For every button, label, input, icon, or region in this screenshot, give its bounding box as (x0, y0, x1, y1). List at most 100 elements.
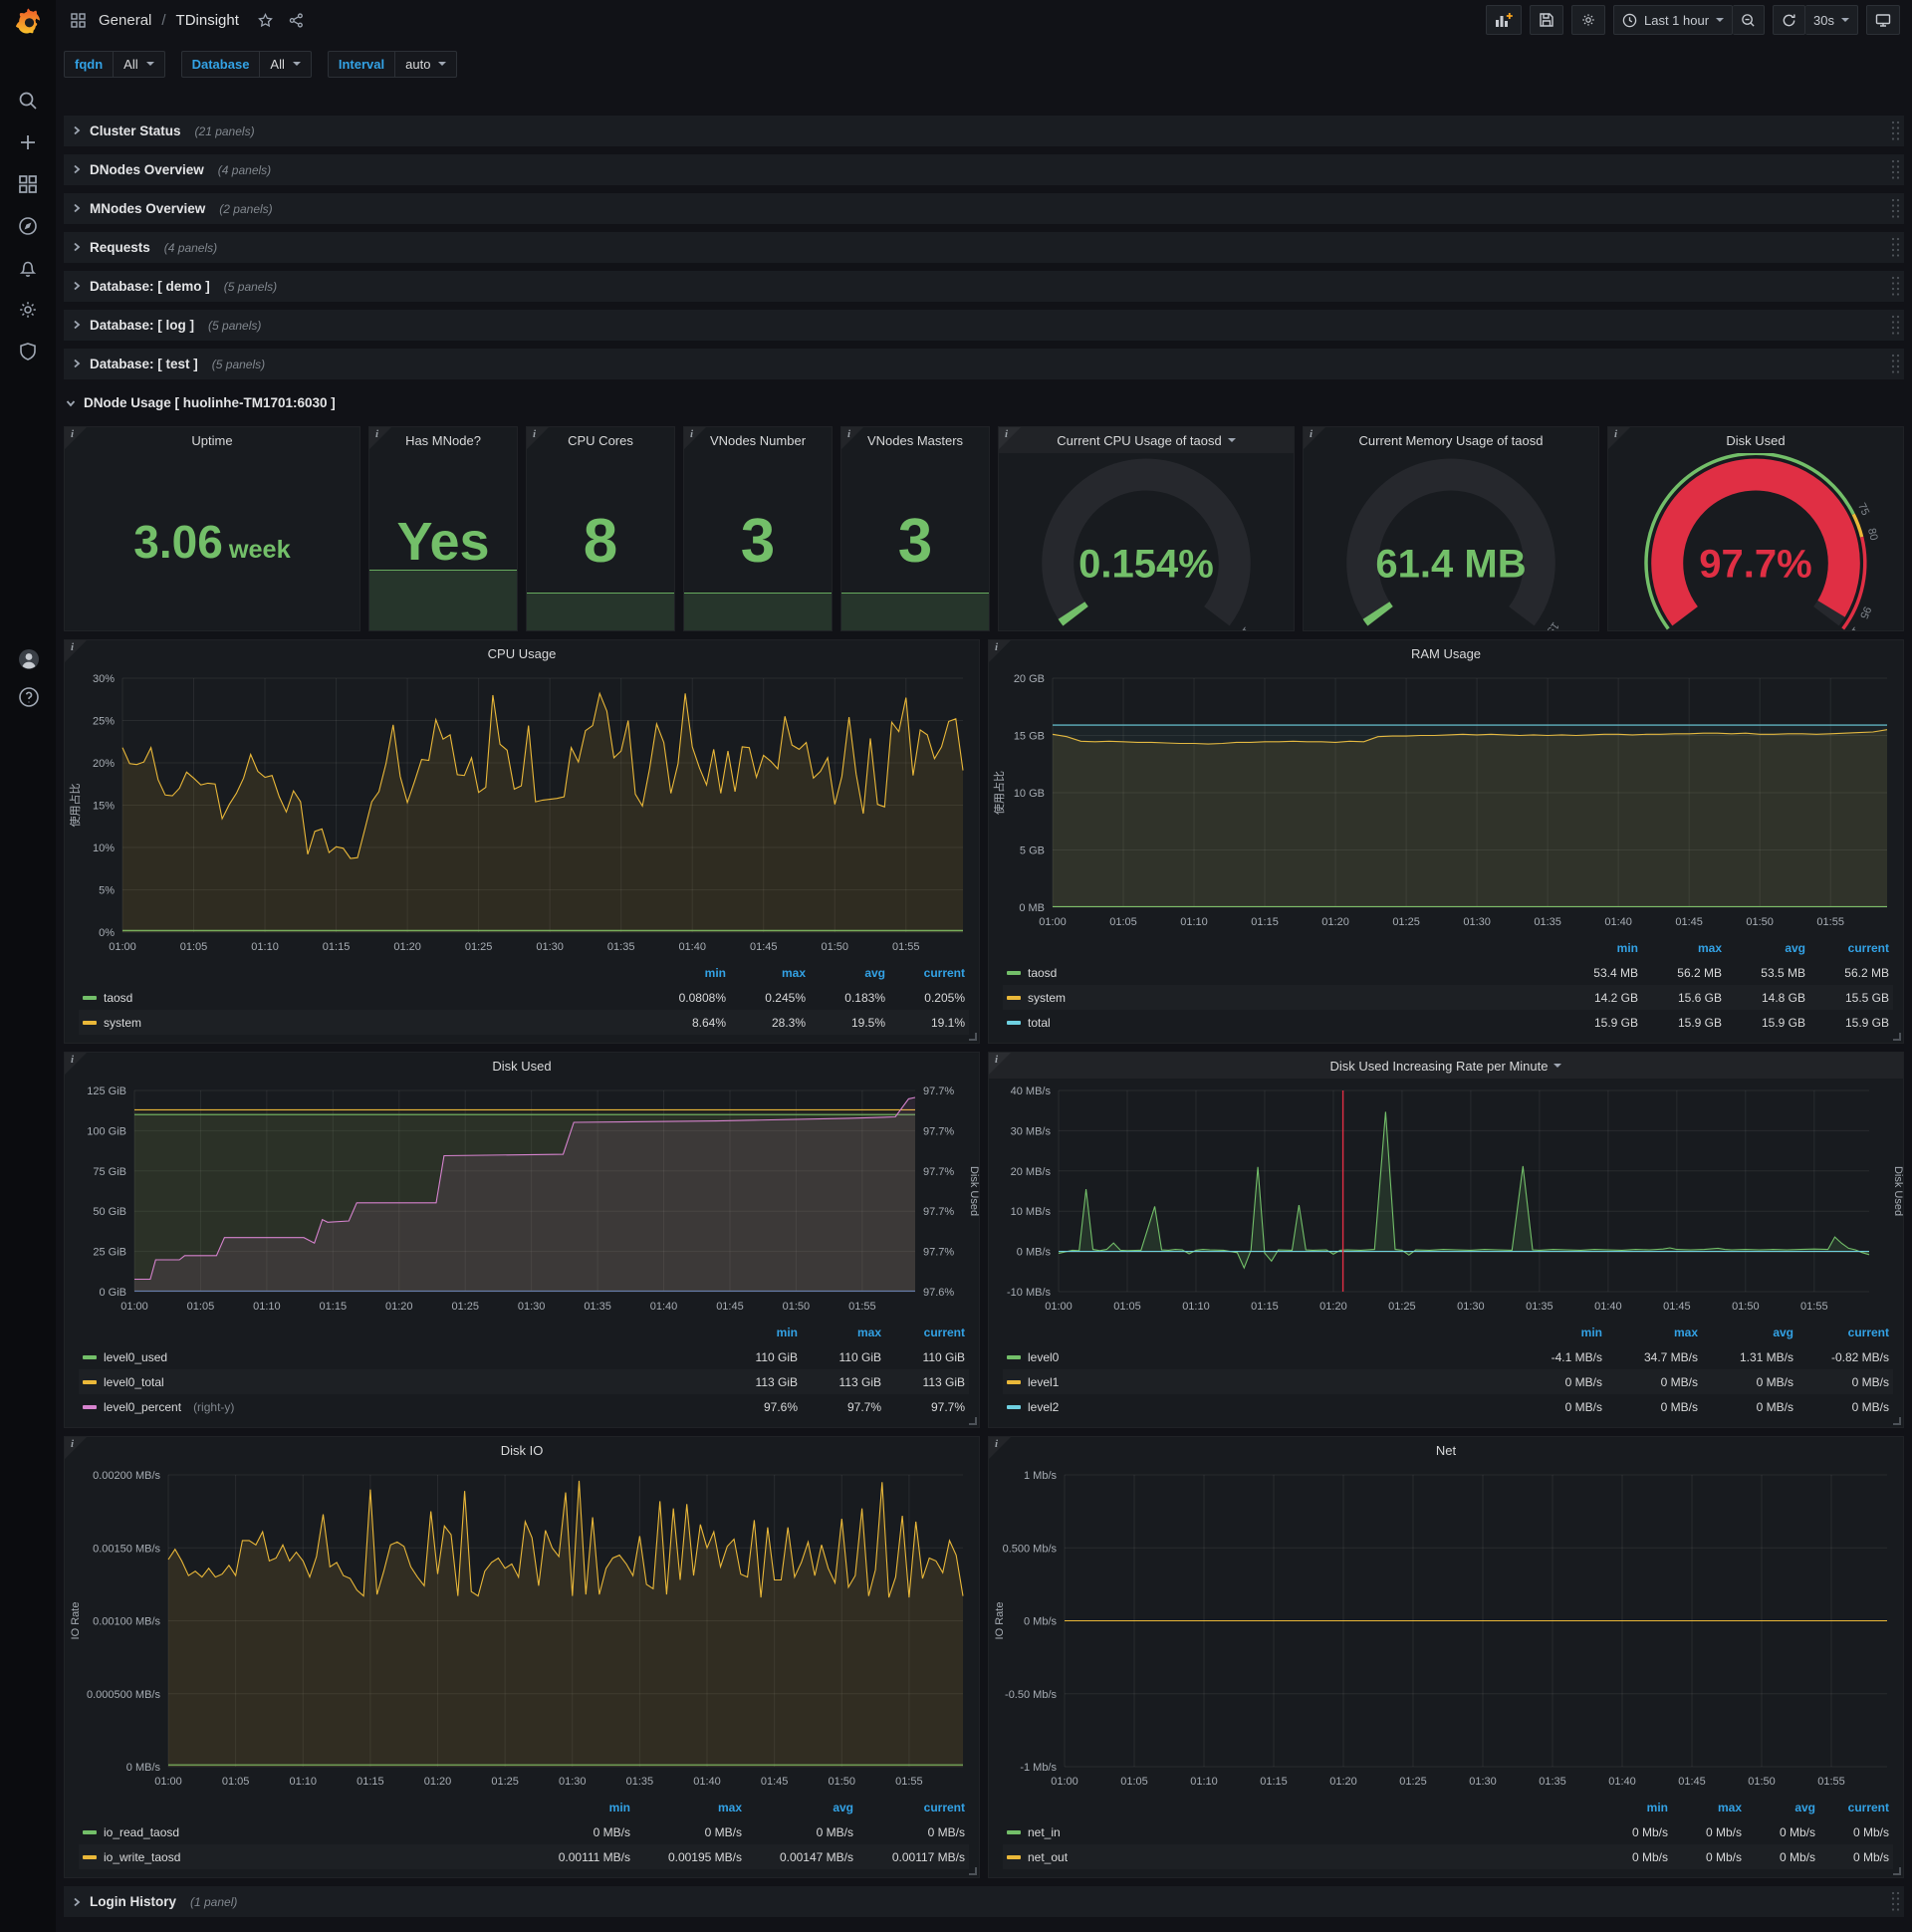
panel-title-current-memory-usage-of-taosd[interactable]: Current Memory Usage of taosd (1304, 427, 1598, 453)
explore-compass-icon[interactable] (17, 215, 39, 237)
configuration-gear-icon[interactable] (17, 299, 39, 321)
chart-plot-disk-io[interactable]: 01:00 01:05 01:10 01:15 01:20 01:25 01:30 01:35… (65, 1463, 979, 1793)
collapsed-row[interactable]: Database: [ test ] (5 panels) (64, 349, 1904, 379)
panel-title-current-cpu-usage-of-taosd[interactable]: Current CPU Usage of taosd (999, 427, 1294, 453)
row-login-history[interactable]: Login History (1 panel) (64, 1886, 1904, 1917)
panel-title-disk-io[interactable]: Disk IO (65, 1437, 979, 1463)
chart-svg[interactable]: 01:00 01:05 01:10 01:15 01:20 01:25 01:30 01:35… (65, 1463, 979, 1793)
svg-text:01:55: 01:55 (1800, 1301, 1828, 1313)
chart-svg[interactable]: 01:00 01:05 01:10 01:15 01:20 01:25 01:30 01:35… (989, 1079, 1903, 1318)
chart-plot-net[interactable]: 01:00 01:05 01:10 01:15 01:20 01:25 01:30 01:35… (989, 1463, 1903, 1793)
row-drag-handle-icon[interactable] (1890, 314, 1900, 341)
breadcrumb-section[interactable]: General (99, 12, 151, 29)
panel-title-cpu-usage[interactable]: CPU Usage (65, 640, 979, 666)
row-drag-handle-icon[interactable] (1890, 1890, 1900, 1912)
panel-title-uptime[interactable]: Uptime (65, 427, 359, 453)
collapsed-row[interactable]: Requests (4 panels) (64, 232, 1904, 263)
zoom-out-time-button[interactable] (1733, 5, 1766, 35)
legend-series-toggle[interactable]: level1 (1007, 1375, 1507, 1389)
variable-value-dropdown[interactable]: All (259, 50, 312, 78)
variable-label[interactable]: fqdn (64, 50, 114, 78)
chart-plot-cpu-usage[interactable]: 01:00 01:05 01:10 01:15 01:20 01:25 01:30 01:35… (65, 666, 979, 958)
row-drag-handle-icon[interactable] (1890, 158, 1900, 185)
legend-series-toggle[interactable]: taosd (1007, 966, 1554, 980)
legend-stat-header: avg (1773, 1325, 1793, 1339)
chart-plot-ram-usage[interactable]: 01:00 01:05 01:10 01:15 01:20 01:25 01:30 01:35… (989, 666, 1903, 933)
chart-svg[interactable]: 01:00 01:05 01:10 01:15 01:20 01:25 01:30 01:35… (989, 1463, 1903, 1793)
panel-title-disk-used-increasing-rate-per-minute[interactable]: Disk Used Increasing Rate per Minute (989, 1053, 1903, 1079)
panel-resize-handle[interactable] (1893, 1033, 1901, 1041)
chart-svg[interactable]: 01:00 01:05 01:10 01:15 01:20 01:25 01:30 01:35… (65, 1079, 979, 1318)
legend-series-toggle[interactable]: net_in (1007, 1825, 1594, 1839)
collapsed-row[interactable]: Cluster Status (21 panels) (64, 116, 1904, 146)
variable-value-dropdown[interactable]: All (113, 50, 165, 78)
panel-resize-handle[interactable] (969, 1867, 977, 1875)
chart-svg[interactable]: 01:00 01:05 01:10 01:15 01:20 01:25 01:30 01:35… (65, 666, 979, 958)
refresh-interval-button[interactable]: 30s (1805, 5, 1858, 35)
chart-plot-disk-used[interactable]: 01:00 01:05 01:10 01:15 01:20 01:25 01:30 01:35… (65, 1079, 979, 1318)
time-picker-button[interactable]: Last 1 hour (1612, 5, 1734, 35)
row-dnode-usage[interactable]: DNode Usage [ huolinhe-TM1701:6030 ] (64, 387, 1904, 418)
row-drag-handle-icon[interactable] (1890, 197, 1900, 224)
panel-title-disk-used[interactable]: Disk Used (1608, 427, 1903, 453)
collapsed-row[interactable]: Database: [ log ] (5 panels) (64, 310, 1904, 341)
row-drag-handle-icon[interactable] (1890, 236, 1900, 263)
svg-text:100: 100 (1232, 624, 1253, 630)
collapsed-row[interactable]: MNodes Overview (2 panels) (64, 193, 1904, 224)
panel-title-ram-usage[interactable]: RAM Usage (989, 640, 1903, 666)
panel-resize-handle[interactable] (969, 1417, 977, 1425)
star-icon[interactable] (257, 12, 274, 29)
chart-plot-disk-used-increasing-rate-per-minute[interactable]: 01:00 01:05 01:10 01:15 01:20 01:25 01:30 01:35… (989, 1079, 1903, 1318)
user-avatar-icon[interactable] (17, 647, 39, 669)
collapsed-row[interactable]: Database: [ demo ] (5 panels) (64, 271, 1904, 302)
variable-label[interactable]: Interval (327, 50, 395, 78)
panel-resize-handle[interactable] (1893, 1417, 1901, 1425)
panel-title-net[interactable]: Net (989, 1437, 1903, 1463)
panel-title-vnodes-masters[interactable]: VNodes Masters (841, 427, 989, 453)
legend-series-toggle[interactable]: taosd (83, 991, 646, 1005)
legend-series-toggle[interactable]: level0 (1007, 1350, 1507, 1364)
server-admin-shield-icon[interactable] (17, 341, 39, 362)
dashboards-icon[interactable] (17, 173, 39, 195)
dashboard-title[interactable]: TDinsight (176, 12, 239, 29)
panel-title-vnodes-number[interactable]: VNodes Number (684, 427, 832, 453)
dashboard-settings-button[interactable] (1570, 5, 1605, 35)
svg-text:01:25: 01:25 (451, 1301, 479, 1313)
legend-series-toggle[interactable]: io_write_taosd (83, 1850, 519, 1864)
apps-grid-icon[interactable] (70, 12, 87, 29)
create-plus-icon[interactable] (17, 131, 39, 153)
panel-title-disk-used[interactable]: Disk Used (65, 1053, 979, 1079)
kiosk-mode-button[interactable] (1866, 5, 1900, 35)
legend-series-toggle[interactable]: level0_used (83, 1350, 714, 1364)
legend-series-toggle[interactable]: system (83, 1016, 646, 1030)
variable-label[interactable]: Database (180, 50, 260, 78)
panel-resize-handle[interactable] (1893, 1867, 1901, 1875)
panel-resize-handle[interactable] (969, 1033, 977, 1041)
help-question-icon[interactable] (17, 685, 39, 707)
search-icon[interactable] (17, 90, 39, 112)
legend-series-toggle[interactable]: level0_total (83, 1375, 714, 1389)
alerting-bell-icon[interactable] (17, 257, 39, 279)
panel-title-text: VNodes Number (709, 432, 807, 448)
chart-svg[interactable]: 01:00 01:05 01:10 01:15 01:20 01:25 01:30 01:35… (989, 666, 1903, 933)
refresh-button[interactable] (1773, 5, 1806, 35)
grafana-logo[interactable] (0, 0, 56, 44)
row-drag-handle-icon[interactable] (1890, 353, 1900, 379)
share-icon[interactable] (288, 12, 305, 29)
collapsed-row[interactable]: DNodes Overview (4 panels) (64, 154, 1904, 185)
legend-series-toggle[interactable]: level2 (1007, 1400, 1507, 1414)
legend-series-toggle[interactable]: level0_percent (right-y) (83, 1400, 714, 1414)
legend-series-toggle[interactable]: net_out (1007, 1850, 1594, 1864)
add-panel-button[interactable] (1485, 5, 1522, 35)
svg-text:01:05: 01:05 (1120, 1776, 1148, 1788)
legend-series-toggle[interactable]: total (1007, 1016, 1554, 1030)
legend-series-toggle[interactable]: system (1007, 991, 1554, 1005)
row-drag-handle-icon[interactable] (1890, 120, 1900, 146)
stat-value: 3.06 week (133, 516, 291, 568)
panel-title-cpu-cores[interactable]: CPU Cores (527, 427, 674, 453)
variable-value-dropdown[interactable]: auto (394, 50, 458, 78)
legend-series-toggle[interactable]: io_read_taosd (83, 1825, 519, 1839)
row-drag-handle-icon[interactable] (1890, 275, 1900, 302)
panel-title-has-mnode[interactable]: Has MNode? (369, 427, 517, 453)
save-dashboard-button[interactable] (1529, 5, 1563, 35)
